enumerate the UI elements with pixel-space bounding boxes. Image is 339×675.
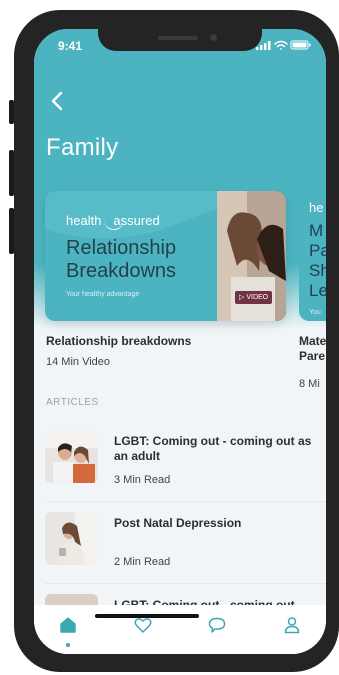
article-row[interactable]: LGBT: Coming out - coming out as an adul…	[34, 421, 326, 501]
tab-chat[interactable]	[207, 615, 227, 635]
card-title-line-3: Sh	[309, 261, 326, 280]
card-image-title: M Pa Sh Le	[309, 221, 326, 301]
card-tagline: Your healthy advantage	[66, 291, 140, 298]
heart-icon	[134, 618, 152, 633]
featured-title[interactable]: Relationship breakdowns	[46, 334, 191, 349]
card-tagline: You	[309, 309, 321, 316]
front-camera	[210, 34, 217, 41]
status-icons	[256, 40, 311, 50]
article-row[interactable]: Post Natal Depression 2 Min Read	[34, 503, 326, 583]
video-badge: ▷ VIDEO	[235, 291, 273, 304]
chevron-left-icon	[51, 91, 63, 111]
card-title-line-2: Pa	[309, 241, 326, 260]
volume-down-button	[9, 208, 14, 254]
mute-switch	[9, 100, 14, 124]
featured-title-line-1: Mate	[299, 334, 326, 348]
battery-icon	[290, 40, 311, 50]
article-meta: 2 Min Read	[114, 556, 171, 568]
tab-favourites[interactable]	[133, 615, 153, 635]
brand-word-health: health	[66, 213, 102, 228]
card-title-line-1: M	[309, 221, 324, 240]
divider	[45, 583, 326, 584]
app-screen: 9:41 Family health assured Relationship …	[34, 29, 326, 654]
card-title-line-4: Le	[309, 281, 326, 300]
card-brand-logo: he	[309, 200, 324, 215]
home-icon	[60, 617, 76, 633]
card-title-line-1: Relationship	[66, 237, 177, 259]
tab-bar	[34, 605, 326, 654]
section-heading-articles: ARTICLES	[46, 397, 99, 408]
featured-card-next[interactable]: he M Pa Sh Le You	[299, 191, 326, 321]
page-title: Family	[46, 134, 119, 161]
speaker-grille	[158, 36, 198, 40]
active-tab-indicator	[66, 643, 70, 647]
signal-icon	[256, 41, 271, 50]
article-thumbnail	[45, 512, 98, 565]
chat-icon	[208, 617, 226, 633]
tab-home[interactable]	[58, 615, 78, 635]
divider	[45, 501, 326, 502]
article-thumbnail	[45, 430, 98, 483]
featured-meta-next: 8 Mi	[299, 378, 320, 390]
tab-profile[interactable]	[282, 615, 302, 635]
featured-meta: 14 Min Video	[46, 356, 111, 368]
article-title: Post Natal Depression	[114, 516, 242, 530]
status-time: 9:41	[58, 39, 83, 53]
notch	[98, 29, 262, 51]
article-meta: 3 Min Read	[114, 474, 171, 486]
volume-up-button	[9, 150, 14, 196]
card-image-title: Relationship Breakdowns	[66, 237, 176, 283]
featured-card-relationship-breakdowns[interactable]: health assured Relationship Breakdowns Yo…	[45, 191, 286, 321]
featured-title-next[interactable]: Mate Pare	[299, 334, 326, 364]
card-title-line-2: Breakdowns	[66, 260, 177, 282]
video-badge-label: VIDEO	[246, 294, 269, 301]
article-title: LGBT: Coming out - coming out as an adul…	[114, 434, 312, 463]
featured-title-line-2: Pare	[299, 349, 326, 363]
home-indicator	[95, 614, 199, 618]
play-icon: ▷	[239, 294, 245, 301]
profile-icon	[284, 617, 300, 634]
back-button[interactable]	[46, 89, 70, 113]
wifi-icon	[274, 40, 288, 50]
